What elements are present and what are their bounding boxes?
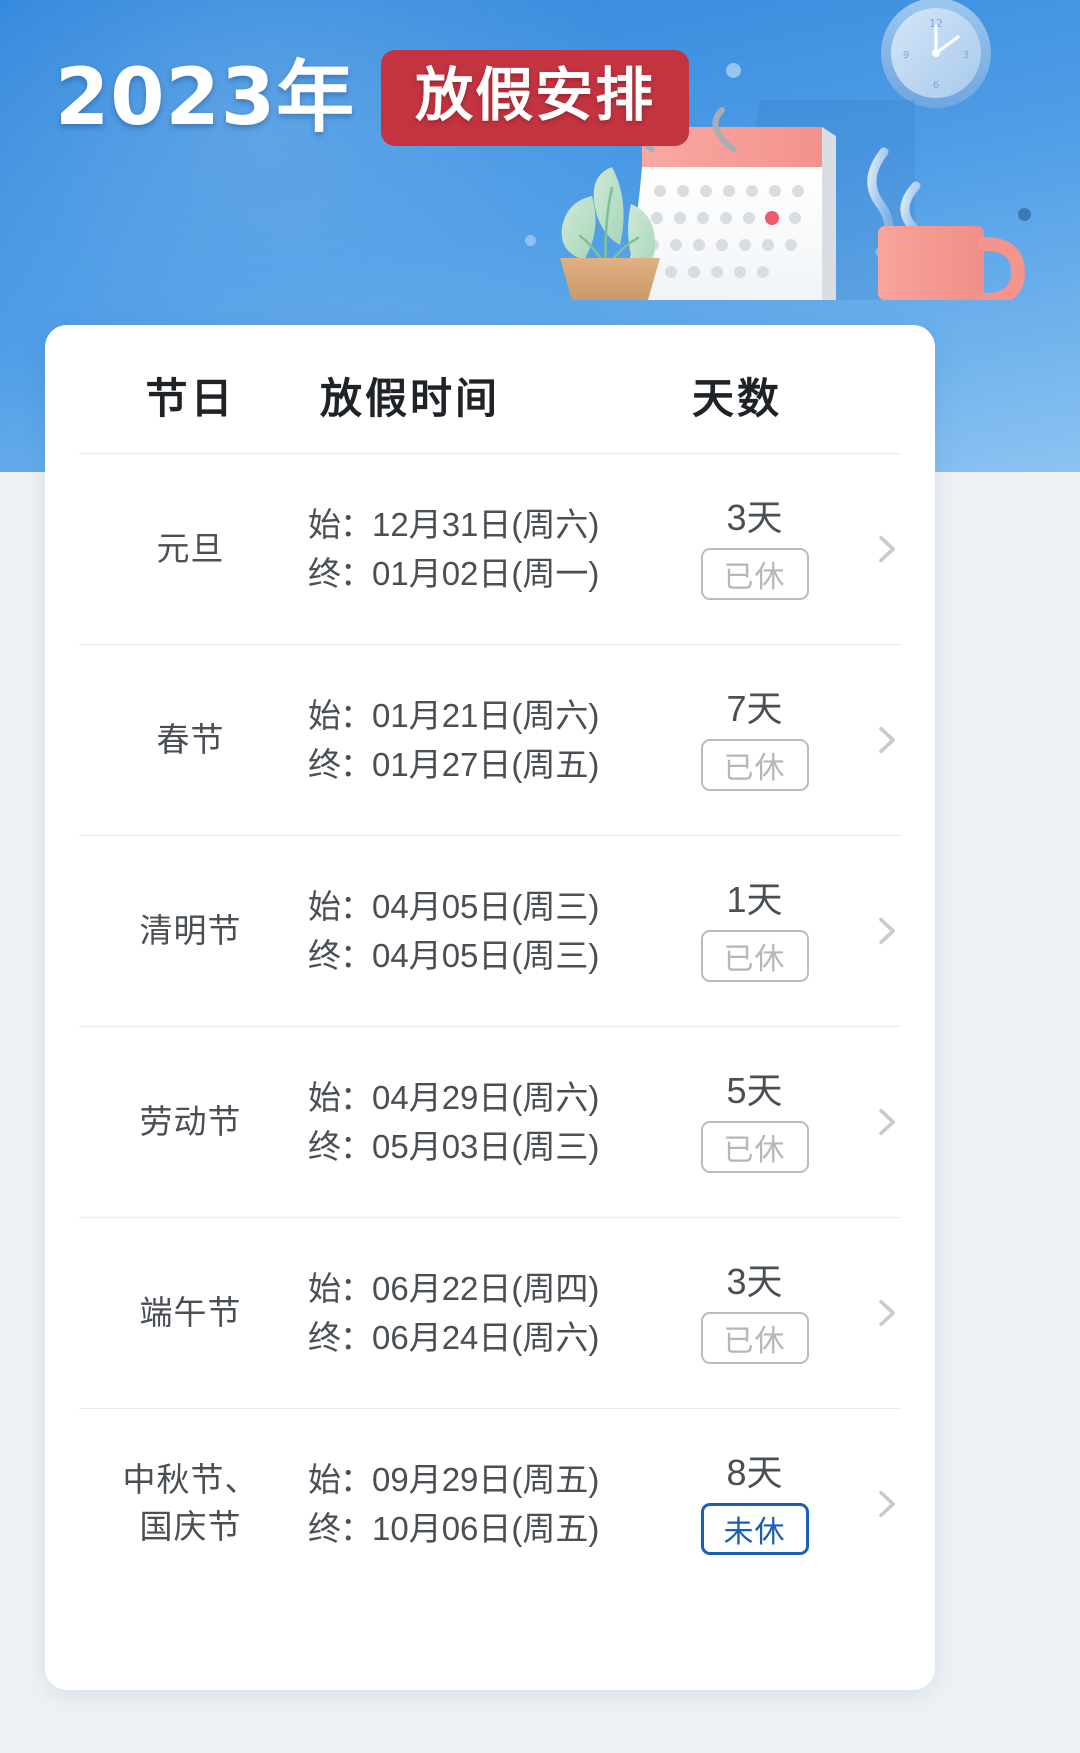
holiday-period: 始：01月21日(周六) 终：01月27日(周五) xyxy=(298,691,668,790)
table-row[interactable]: 清明节 始：04月05日(周三) 终：04月05日(周三) 1天 已休 xyxy=(83,836,897,1026)
start-label: 始： xyxy=(308,887,373,925)
holiday-start-line: 始：04月05日(周三) xyxy=(308,882,668,932)
holiday-days-cell: 7天 已休 xyxy=(668,689,897,792)
end-date: 10月06日(周五) xyxy=(372,1510,600,1547)
holiday-days-count: 5天 xyxy=(726,1069,783,1111)
holiday-days-count: 1天 xyxy=(726,878,783,920)
end-label: 终： xyxy=(308,1128,373,1165)
table-row[interactable]: 中秋节、 国庆节 始：09月29日(周五) 终：10月06日(周五) 8天 未休 xyxy=(83,1409,897,1599)
holiday-period: 始：04月29日(周六) 终：05月03日(周三) xyxy=(298,1073,668,1172)
holiday-end-line: 终：01月27日(周五) xyxy=(308,740,668,790)
svg-text:9: 9 xyxy=(903,50,909,61)
holiday-schedule-card: 节日 放假时间 天数 元旦 始：12月31日(周六) 终：01月02日(周一) … xyxy=(45,325,935,1690)
holiday-period: 始：09月29日(周五) 终：10月06日(周五) xyxy=(298,1455,668,1554)
column-header-days: 天数 xyxy=(692,374,783,422)
banner-illustration: 12 9 3 6 xyxy=(560,0,1026,300)
holiday-name: 清明节 xyxy=(139,911,242,949)
column-header-period: 放假时间 xyxy=(320,374,501,422)
start-label: 始： xyxy=(308,1460,373,1498)
chevron-right-icon[interactable] xyxy=(869,914,903,948)
status-badge: 已休 xyxy=(700,548,809,601)
holiday-days-cell: 8天 未休 xyxy=(668,1453,897,1556)
holiday-start-line: 始：04月29日(周六) xyxy=(308,1073,668,1123)
end-date: 06月24日(周六) xyxy=(372,1319,600,1356)
holiday-name: 劳动节 xyxy=(139,1102,242,1140)
holiday-period: 始：06月22日(周四) 终：06月24日(周六) xyxy=(298,1264,668,1363)
svg-text:3: 3 xyxy=(963,50,969,61)
chevron-right-icon[interactable] xyxy=(869,1487,903,1521)
start-date: 04月05日(周三) xyxy=(372,887,600,925)
end-label: 终： xyxy=(308,1319,373,1356)
holiday-days-cell: 3天 已休 xyxy=(668,498,897,601)
chevron-right-icon[interactable] xyxy=(869,1105,903,1139)
holiday-start-line: 始：09月29日(周五) xyxy=(308,1455,668,1505)
banner-title-row: 2023年 放假安排 xyxy=(55,50,690,146)
status-badge: 已休 xyxy=(700,739,809,792)
table-row[interactable]: 劳动节 始：04月29日(周六) 终：05月03日(周三) 5天 已休 xyxy=(83,1027,897,1217)
end-label: 终： xyxy=(308,746,373,783)
end-date: 05月03日(周三) xyxy=(372,1128,600,1165)
holiday-period: 始：12月31日(周六) 终：01月02日(周一) xyxy=(298,500,668,599)
end-label: 终： xyxy=(308,555,373,592)
start-label: 始： xyxy=(308,1269,373,1307)
status-badge: 已休 xyxy=(700,1121,809,1174)
holiday-rows-container: 元旦 始：12月31日(周六) 终：01月02日(周一) 3天 已休 春节 始：… xyxy=(79,453,901,1599)
holiday-days-cell: 5天 已休 xyxy=(668,1071,897,1174)
start-date: 01月21日(周六) xyxy=(372,696,600,734)
banner-tag-label: 放假安排 xyxy=(381,50,690,146)
holiday-days-cell: 3天 已休 xyxy=(668,1262,897,1365)
holiday-name: 中秋节、 国庆节 xyxy=(122,1461,259,1545)
start-label: 始： xyxy=(308,696,373,734)
holiday-start-line: 始：06月22日(周四) xyxy=(308,1264,668,1314)
wall-clock-icon: 12 9 3 6 xyxy=(881,0,991,108)
status-badge: 已休 xyxy=(700,1312,809,1365)
end-label: 终： xyxy=(308,937,373,974)
holiday-end-line: 终：04月05日(周三) xyxy=(308,931,668,981)
holiday-end-line: 终：06月24日(周六) xyxy=(308,1313,668,1363)
chevron-right-icon[interactable] xyxy=(869,723,903,757)
start-date: 04月29日(周六) xyxy=(372,1078,600,1116)
holiday-days-count: 3天 xyxy=(726,1260,783,1302)
holiday-end-line: 终：05月03日(周三) xyxy=(308,1122,668,1172)
coffee-mug-icon xyxy=(878,226,1026,300)
holiday-name: 春节 xyxy=(156,720,225,758)
status-badge: 未休 xyxy=(700,1503,809,1556)
table-row[interactable]: 春节 始：01月21日(周六) 终：01月27日(周五) 7天 已休 xyxy=(83,645,897,835)
start-date: 12月31日(周六) xyxy=(372,505,600,543)
holiday-end-line: 终：10月06日(周五) xyxy=(308,1504,668,1554)
holiday-period: 始：04月05日(周三) 终：04月05日(周三) xyxy=(298,882,668,981)
holiday-days-cell: 1天 已休 xyxy=(668,880,897,983)
table-row[interactable]: 端午节 始：06月22日(周四) 终：06月24日(周六) 3天 已休 xyxy=(83,1218,897,1408)
start-label: 始： xyxy=(308,1078,373,1116)
end-label: 终： xyxy=(308,1510,373,1547)
chevron-right-icon[interactable] xyxy=(869,532,903,566)
start-label: 始： xyxy=(308,505,373,543)
holiday-days-count: 7天 xyxy=(726,687,783,729)
holiday-start-line: 始：01月21日(周六) xyxy=(308,691,668,741)
holiday-name: 端午节 xyxy=(139,1293,242,1331)
holiday-name: 元旦 xyxy=(156,529,225,567)
holiday-end-line: 终：01月02日(周一) xyxy=(308,549,668,599)
end-date: 04月05日(周三) xyxy=(372,937,600,974)
column-header-holiday: 节日 xyxy=(145,374,236,422)
table-header-row: 节日 放假时间 天数 xyxy=(83,325,897,453)
start-date: 09月29日(周五) xyxy=(372,1460,600,1498)
banner-year-label: 2023年 xyxy=(55,53,356,143)
holiday-start-line: 始：12月31日(周六) xyxy=(308,500,668,550)
end-date: 01月02日(周一) xyxy=(372,555,600,592)
start-date: 06月22日(周四) xyxy=(372,1269,600,1307)
svg-text:6: 6 xyxy=(933,80,939,91)
holiday-days-count: 3天 xyxy=(726,496,783,538)
status-badge: 已休 xyxy=(700,930,809,983)
end-date: 01月27日(周五) xyxy=(372,746,600,783)
chevron-right-icon[interactable] xyxy=(869,1296,903,1330)
holiday-days-count: 8天 xyxy=(726,1451,783,1493)
table-row[interactable]: 元旦 始：12月31日(周六) 终：01月02日(周一) 3天 已休 xyxy=(83,454,897,644)
